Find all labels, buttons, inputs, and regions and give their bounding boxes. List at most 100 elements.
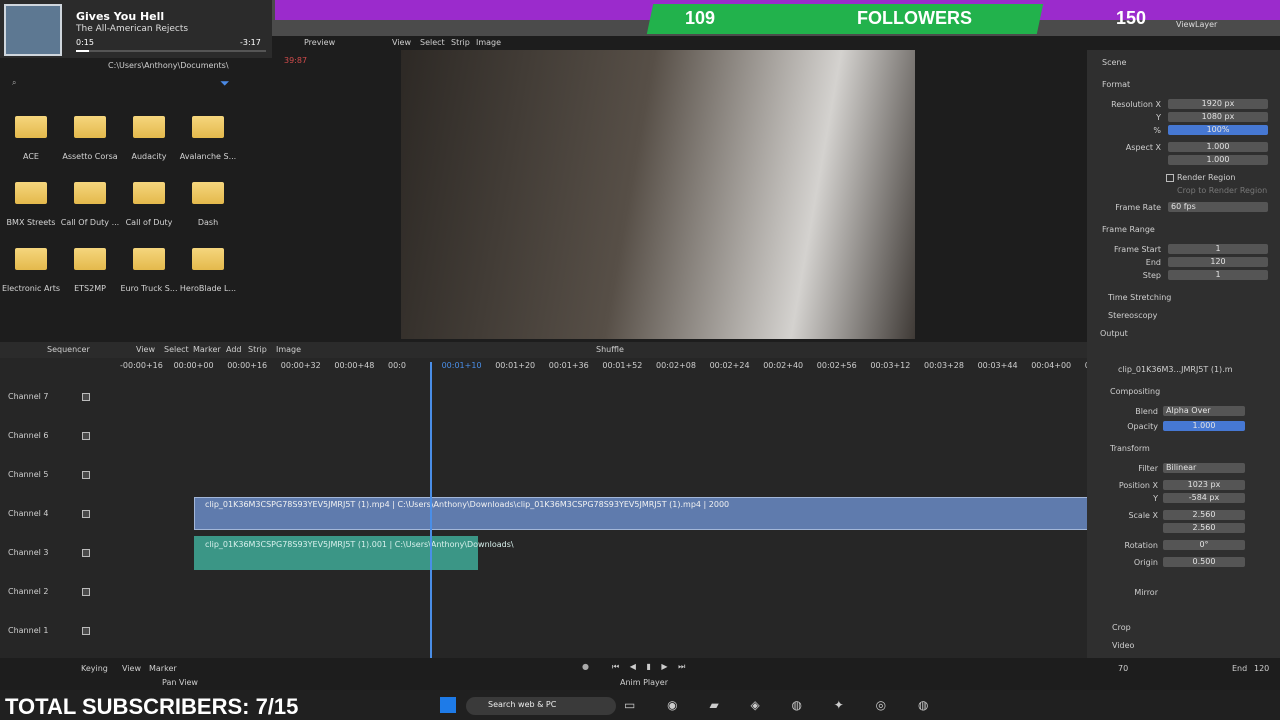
search-icon[interactable]: ⌕ xyxy=(12,78,16,88)
folder-item[interactable]: Dash xyxy=(177,176,239,236)
folder-icon xyxy=(133,248,165,270)
preview-menu-strip[interactable]: Strip xyxy=(451,38,470,47)
channel-row[interactable]: Channel 3 xyxy=(0,546,110,560)
folder-item[interactable]: Euro Truck S... xyxy=(118,242,180,302)
folder-item[interactable]: HeroBlade L... xyxy=(177,242,239,302)
folder-icon xyxy=(133,116,165,138)
folder-item[interactable]: ETS2MP xyxy=(59,242,121,302)
aspect-x-field[interactable]: 1.000 xyxy=(1168,142,1268,152)
album-art xyxy=(4,4,62,56)
compositing-section[interactable]: Compositing xyxy=(1110,387,1160,396)
folder-icon xyxy=(15,248,47,270)
time-stretching-section[interactable]: Time Stretching xyxy=(1108,293,1171,302)
channel-row[interactable]: Channel 6 xyxy=(0,429,110,443)
footer-view[interactable]: View xyxy=(122,664,141,673)
origin-field[interactable]: 0.500 xyxy=(1163,557,1245,567)
channel-mute-checkbox[interactable] xyxy=(82,432,90,440)
folder-item[interactable]: ACE xyxy=(0,110,62,170)
play-controls[interactable]: ⏮ ◀ ▮ ▶ ⏭ xyxy=(612,662,689,672)
opacity-field[interactable]: 1.000 xyxy=(1163,421,1245,431)
taskbar-app-icons[interactable]: ▭ ◉ ▰ ◈ ◍ ✦ ◎ ◍ xyxy=(624,698,942,712)
render-region-checkbox[interactable] xyxy=(1166,174,1174,182)
resolution-percent-field[interactable]: 100% xyxy=(1168,125,1268,135)
sequencer-menu-marker[interactable]: Marker xyxy=(193,345,221,354)
channel-mute-checkbox[interactable] xyxy=(82,393,90,401)
stereoscopy-section[interactable]: Stereoscopy xyxy=(1108,311,1157,320)
output-section[interactable]: Output xyxy=(1100,329,1128,338)
filter-select[interactable]: Bilinear xyxy=(1163,463,1245,473)
crop-section[interactable]: Crop xyxy=(1112,623,1131,632)
scale-x-field[interactable]: 2.560 xyxy=(1163,510,1245,520)
format-section[interactable]: Format xyxy=(1102,80,1130,89)
frame-rate-select[interactable]: 60 fps xyxy=(1168,202,1268,212)
channel-mute-checkbox[interactable] xyxy=(82,627,90,635)
record-button[interactable]: ● xyxy=(582,662,589,671)
track-artist: The All-American Rejects xyxy=(76,24,189,34)
folder-label: ACE xyxy=(23,152,39,161)
resolution-x-field[interactable]: 1920 px xyxy=(1168,99,1268,109)
frame-end-field[interactable]: 120 xyxy=(1168,257,1268,267)
footer-frame-start[interactable]: 70 xyxy=(1118,664,1128,673)
folder-item[interactable]: Audacity xyxy=(118,110,180,170)
preview-menu-image[interactable]: Image xyxy=(476,38,501,47)
filter-icon[interactable]: ⏷ xyxy=(220,76,230,91)
video-section[interactable]: Video xyxy=(1112,641,1134,650)
sequencer-menu-view[interactable]: View xyxy=(136,345,155,354)
aspect-y-field[interactable]: 1.000 xyxy=(1168,155,1268,165)
folder-item[interactable]: Assetto Corsa xyxy=(59,110,121,170)
position-x-field[interactable]: 1023 px xyxy=(1163,480,1245,490)
folder-item[interactable]: Call Of Duty ... xyxy=(59,176,121,236)
strip-name[interactable]: clip_01K36M3...JMRJ5T (1).mp4 xyxy=(1118,365,1233,374)
channel-mute-checkbox[interactable] xyxy=(82,471,90,479)
timecode-label: 00:01+10 xyxy=(441,361,482,370)
editor-type[interactable]: Sequencer xyxy=(47,345,90,354)
preview-header[interactable]: Preview xyxy=(304,38,335,47)
position-y-label: Y xyxy=(1153,494,1158,503)
folder-item[interactable]: BMX Streets xyxy=(0,176,62,236)
timecode-label: -00:00+16 xyxy=(120,361,163,370)
windows-start-icon[interactable] xyxy=(440,697,456,713)
folder-item[interactable]: Call of Duty xyxy=(118,176,180,236)
transform-section[interactable]: Transform xyxy=(1110,444,1150,453)
video-preview xyxy=(401,50,915,339)
rotation-field[interactable]: 0° xyxy=(1163,540,1245,550)
channel-label: Channel 3 xyxy=(8,548,49,557)
sequencer-menu-image[interactable]: Image xyxy=(276,345,301,354)
frame-start-field[interactable]: 1 xyxy=(1168,244,1268,254)
channel-row[interactable]: Channel 7 xyxy=(0,390,110,404)
channel-row[interactable]: Channel 2 xyxy=(0,585,110,599)
playhead[interactable] xyxy=(430,362,432,658)
frame-range-section[interactable]: Frame Range xyxy=(1102,225,1155,234)
remaining-time: -3:17 xyxy=(240,38,261,47)
channel-mute-checkbox[interactable] xyxy=(82,510,90,518)
position-y-field[interactable]: -584 px xyxy=(1163,493,1245,503)
channel-row[interactable]: Channel 4 xyxy=(0,507,110,521)
footer-frame-end[interactable]: 120 xyxy=(1254,664,1269,673)
track-progress[interactable] xyxy=(76,50,266,52)
folder-icon xyxy=(15,116,47,138)
sequencer-menu-select[interactable]: Select xyxy=(164,345,189,354)
scale-y-field[interactable]: 2.560 xyxy=(1163,523,1245,533)
sequencer-menu-add[interactable]: Add xyxy=(226,345,242,354)
sequencer-menu-strip[interactable]: Strip xyxy=(248,345,267,354)
preview-menu-view[interactable]: View xyxy=(392,38,411,47)
channel-mute-checkbox[interactable] xyxy=(82,549,90,557)
resolution-y-field[interactable]: 1080 px xyxy=(1168,112,1268,122)
taskbar-search[interactable]: Search web & PC xyxy=(466,697,616,715)
preview-menu-select[interactable]: Select xyxy=(420,38,445,47)
scale-x-label: Scale X xyxy=(1128,511,1158,520)
channel-row[interactable]: Channel 1 xyxy=(0,624,110,638)
folder-icon xyxy=(192,248,224,270)
channel-mute-checkbox[interactable] xyxy=(82,588,90,596)
channel-row[interactable]: Channel 5 xyxy=(0,468,110,482)
frame-step-field[interactable]: 1 xyxy=(1168,270,1268,280)
folder-item[interactable]: Electronic Arts xyxy=(0,242,62,302)
timecode-label: 00:02+24 xyxy=(709,361,750,370)
blend-select[interactable]: Alpha Over xyxy=(1163,406,1245,416)
timecode-label: 00:02+08 xyxy=(656,361,696,370)
folder-item[interactable]: Avalanche S... xyxy=(177,110,239,170)
footer-marker[interactable]: Marker xyxy=(149,664,177,673)
footer-keying[interactable]: Keying xyxy=(81,664,108,673)
overlap-mode[interactable]: Shuffle xyxy=(596,345,624,354)
channel-label: Channel 2 xyxy=(8,587,49,596)
